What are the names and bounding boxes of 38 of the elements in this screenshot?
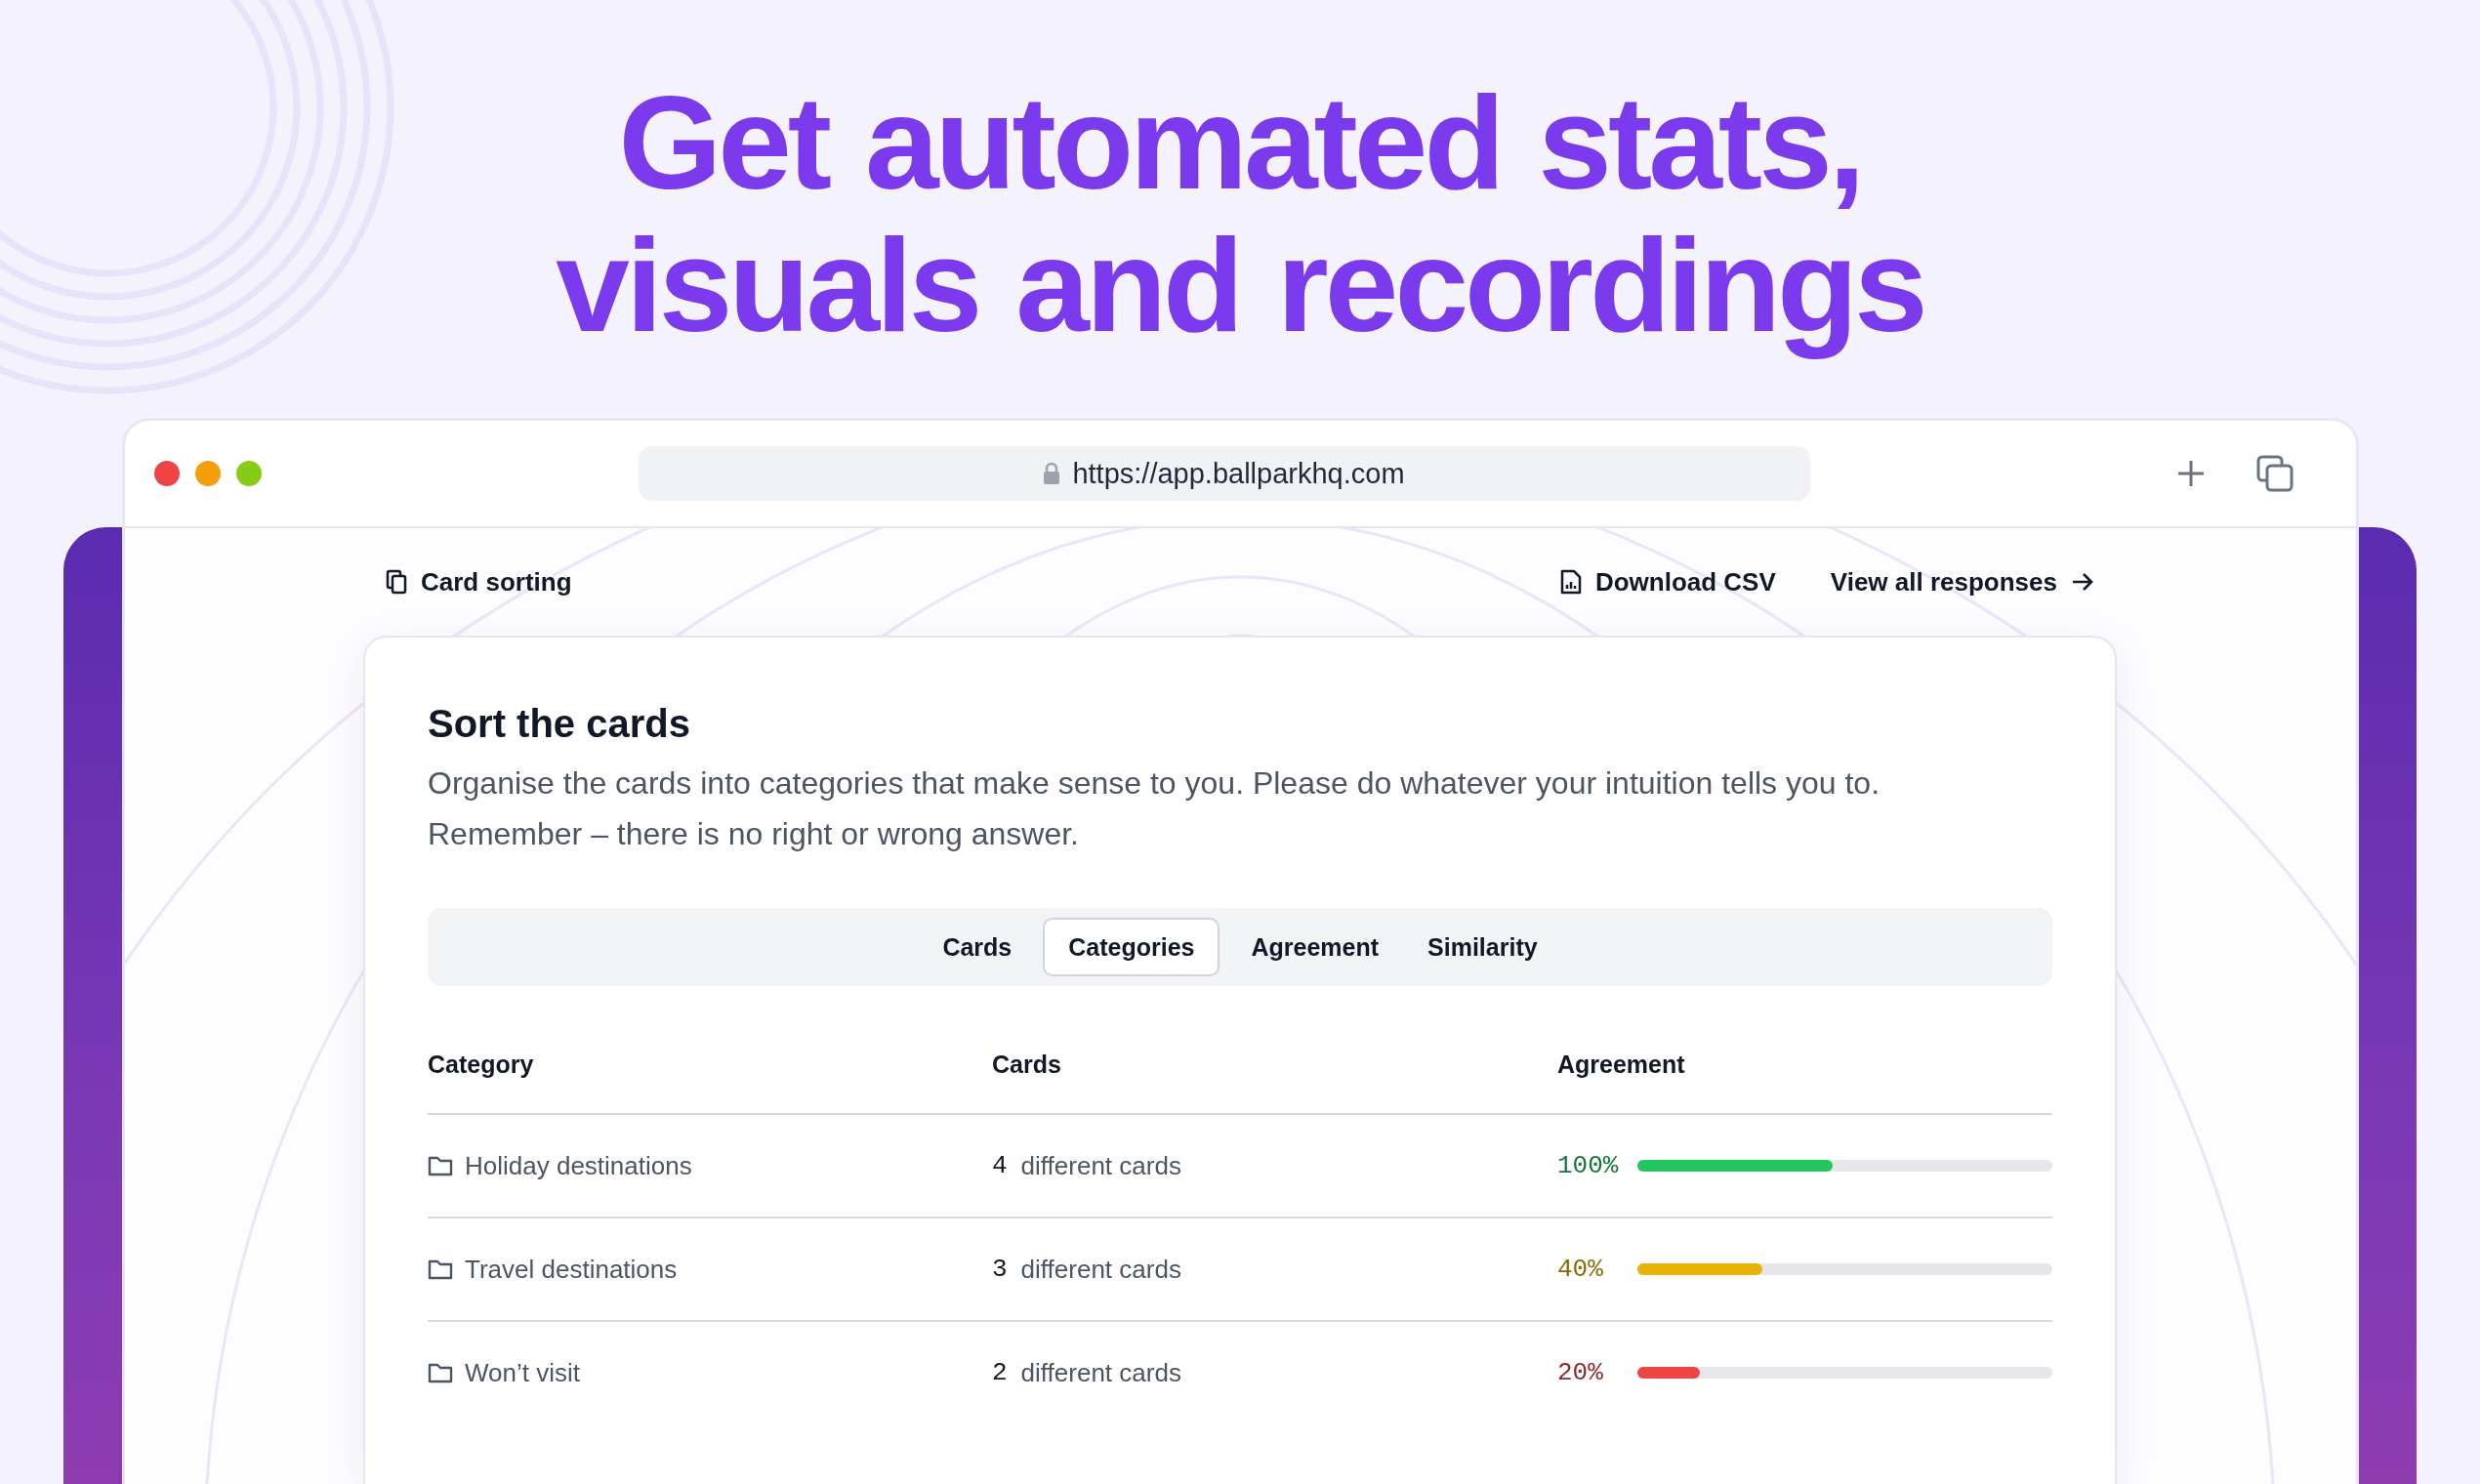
file-chart-icon: [1559, 569, 1582, 595]
agreement-percent: 20%: [1557, 1358, 1604, 1387]
card-count: 2: [992, 1358, 1008, 1387]
arrow-right-icon: [2071, 572, 2094, 592]
cards-label: different cards: [1020, 1254, 1181, 1285]
minimize-icon[interactable]: [194, 461, 221, 486]
column-header: Cards: [992, 1050, 1062, 1079]
download-csv-link[interactable]: Download CSV: [1559, 566, 1776, 598]
card-count: 4: [992, 1151, 1008, 1180]
copy-icon[interactable]: [2255, 455, 2294, 492]
address-bar[interactable]: https://app.ballparkhq.com: [638, 446, 1810, 501]
tab[interactable]: Cards: [925, 918, 1030, 976]
cards-label: different cards: [1020, 1150, 1181, 1181]
page-title: Card sorting: [386, 566, 572, 598]
plus-icon[interactable]: [2175, 459, 2206, 488]
folder-icon: [428, 1362, 453, 1383]
responses-link[interactable]: View all responses: [1830, 566, 2094, 598]
cards-icon: [386, 569, 407, 595]
agreement-percent: 40%: [1557, 1255, 1604, 1284]
category-name: Holiday destinations: [465, 1150, 692, 1181]
category-name: Travel destinations: [465, 1254, 678, 1285]
card-title: Sort the cards: [428, 702, 691, 746]
agreement-percent: 100%: [1557, 1151, 1620, 1180]
folder-icon: [428, 1258, 453, 1280]
url-text: https://app.ballparkhq.com: [1072, 457, 1405, 490]
card-description: Organise the cards into categories that make sense to you. Please do whatever your intuition tells you to. Remember – there is no right or wrong answer.: [428, 764, 1881, 853]
category-name: Won’t visit: [465, 1357, 580, 1388]
close-icon[interactable]: [153, 461, 180, 486]
card-count: 3: [992, 1255, 1008, 1284]
maximize-icon[interactable]: [235, 461, 262, 486]
column-header: Category: [428, 1050, 535, 1079]
lock-icon: [1043, 462, 1061, 485]
folder-icon: [428, 1155, 453, 1176]
tab[interactable]: Agreement: [1233, 918, 1397, 976]
cards-label: different cards: [1020, 1357, 1181, 1388]
tab[interactable]: Categories: [1043, 918, 1220, 976]
column-header: Agreement: [1557, 1050, 1686, 1079]
tab[interactable]: Similarity: [1410, 918, 1555, 976]
